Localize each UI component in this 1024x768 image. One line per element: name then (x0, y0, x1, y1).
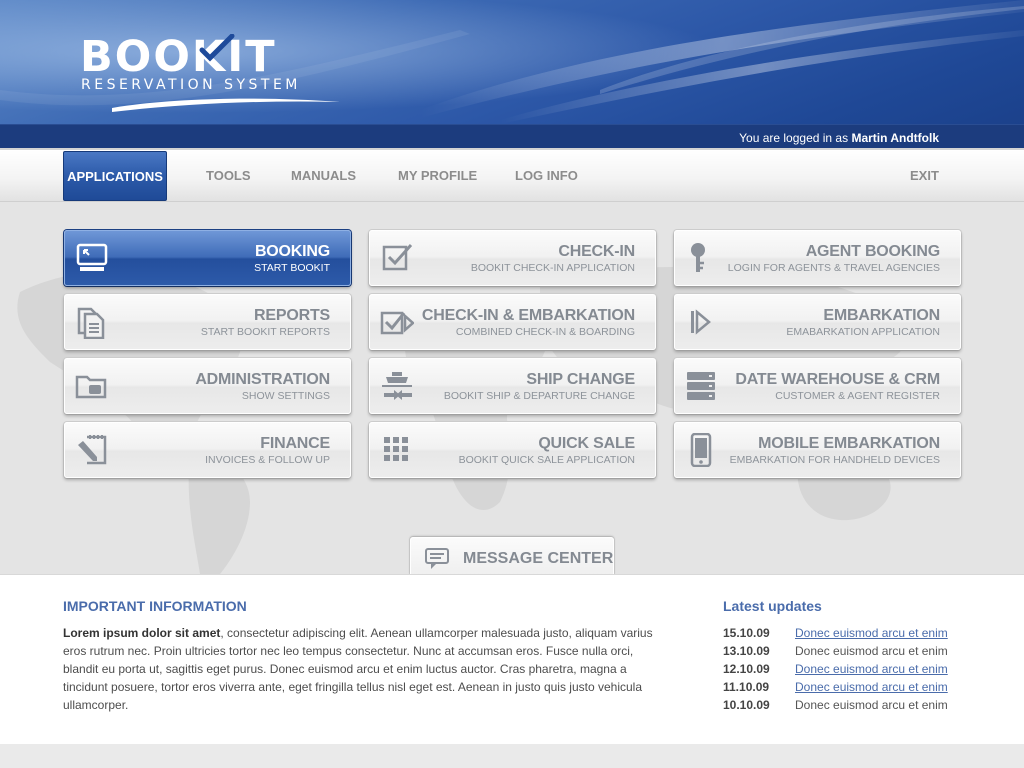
update-date: 15.10.09 (723, 626, 770, 640)
login-status-bar: You are logged in as Martin Andtfolk (0, 124, 1024, 148)
tile-title: AGENT BOOKING (805, 243, 940, 260)
tile-title: DATE WAREHOUSE & CRM (735, 371, 940, 388)
logo-checkmark-icon (199, 34, 235, 62)
nav-my-profile[interactable]: MY PROFILE (398, 150, 477, 202)
mobile-icon (690, 433, 712, 467)
bookit-logo: BOOKIT RESERVATION SYSTEM (80, 34, 350, 118)
important-info-heading: IMPORTANT INFORMATION (63, 598, 247, 614)
tile-agent-booking[interactable]: AGENT BOOKING LOGIN FOR AGENTS & TRAVEL … (674, 230, 961, 286)
tile-subtitle: INVOICES & FOLLOW UP (205, 454, 330, 466)
update-link[interactable]: Donec euismod arcu et enim (795, 680, 948, 694)
nav-applications[interactable]: APPLICATIONS (63, 151, 167, 201)
tile-date-warehouse-crm[interactable]: DATE WAREHOUSE & CRM CUSTOMER & AGENT RE… (674, 358, 961, 414)
tile-title: CHECK-IN & EMBARKATION (421, 307, 635, 324)
tile-title: CHECK-IN (558, 243, 635, 260)
latest-updates-heading: Latest updates (723, 598, 822, 614)
update-link[interactable]: Donec euismod arcu et enim (795, 626, 948, 640)
tile-ship-change[interactable]: SHIP CHANGE BOOKIT SHIP & DEPARTURE CHAN… (369, 358, 656, 414)
update-link[interactable]: Donec euismod arcu et enim (795, 662, 948, 676)
update-text: Donec euismod arcu et enim (795, 644, 948, 658)
tile-subtitle: START BOOKIT REPORTS (200, 326, 330, 338)
tile-mobile-embarkation[interactable]: MOBILE EMBARKATION EMBARKATION FOR HANDH… (674, 422, 961, 478)
checkbox-icon (382, 244, 413, 271)
tile-subtitle: CUSTOMER & AGENT REGISTER (775, 390, 940, 402)
tile-subtitle: SHOW SETTINGS (241, 390, 330, 402)
nav-exit[interactable]: EXIT (910, 150, 939, 202)
documents-icon (77, 307, 105, 339)
tile-title: MOBILE EMBARKATION (758, 435, 940, 452)
ship-swap-icon (382, 372, 412, 400)
important-info-text: Lorem ipsum dolor sit amet, consectetur … (63, 624, 663, 714)
message-center-label: MESSAGE CENTER (463, 550, 614, 567)
logo-title: BOOKIT (80, 32, 277, 82)
tile-title: EMBARKATION (823, 307, 940, 324)
footer (0, 744, 1024, 768)
nav-manuals[interactable]: MANUALS (291, 150, 356, 202)
tile-subtitle: BOOKIT CHECK-IN APPLICATION (470, 262, 635, 274)
login-status: You are logged in as Martin Andtfolk (739, 131, 939, 145)
tile-check-in-embarkation[interactable]: CHECK-IN & EMBARKATION COMBINED CHECK-IN… (369, 294, 656, 350)
tile-title: REPORTS (254, 307, 330, 324)
applications-panel: BOOKING START BOOKIT CHECK-IN BOOKIT CHE… (0, 202, 1024, 574)
tile-subtitle: LOGIN FOR AGENTS & TRAVEL AGENCIES (727, 262, 940, 274)
tile-subtitle: BOOKIT SHIP & DEPARTURE CHANGE (443, 390, 635, 402)
chat-bubble-icon (425, 548, 449, 569)
login-username: Martin Andtfolk (851, 131, 939, 145)
play-arrow-icon (691, 309, 711, 335)
tile-quick-sale[interactable]: QUICK SALE BOOKIT QUICK SALE APPLICATION (369, 422, 656, 478)
tile-administration[interactable]: ADMINISTRATION SHOW SETTINGS (64, 358, 351, 414)
tile-finance[interactable]: FINANCE INVOICES & FOLLOW UP (64, 422, 351, 478)
header-banner: BOOKIT RESERVATION SYSTEM You are logged… (0, 0, 1024, 148)
logo-wave-decoration (112, 98, 340, 112)
tile-title: BOOKING (254, 243, 330, 260)
tile-title: QUICK SALE (538, 435, 635, 452)
important-info-lead: Lorem ipsum dolor sit amet (63, 626, 221, 640)
tile-booking[interactable]: BOOKING START BOOKIT (64, 230, 351, 286)
logo-subtitle: RESERVATION SYSTEM (81, 77, 301, 93)
key-icon (691, 243, 705, 272)
tile-check-in[interactable]: CHECK-IN BOOKIT CHECK-IN APPLICATION (369, 230, 656, 286)
main-nav: APPLICATIONS TOOLS MANUALS MY PROFILE LO… (0, 148, 1024, 202)
tile-subtitle: BOOKIT QUICK SALE APPLICATION (458, 454, 635, 466)
update-date: 13.10.09 (723, 644, 770, 658)
tile-embarkation[interactable]: EMBARKATION EMABARKATION APPLICATION (674, 294, 961, 350)
invoice-pen-icon (78, 435, 107, 465)
tile-subtitle: START BOOKIT (254, 262, 330, 274)
tile-reports[interactable]: REPORTS START BOOKIT REPORTS (64, 294, 351, 350)
tile-subtitle: EMABARKATION APPLICATION (786, 326, 940, 338)
checkbox-arrow-icon (380, 311, 414, 335)
server-icon (687, 372, 715, 400)
message-center-tab[interactable]: MESSAGE CENTER (410, 537, 614, 574)
tile-subtitle: EMBARKATION FOR HANDHELD DEVICES (729, 454, 940, 466)
nav-tools[interactable]: TOOLS (206, 150, 251, 202)
monitor-icon (76, 243, 108, 271)
tile-subtitle: COMBINED CHECK-IN & BOARDING (455, 326, 635, 338)
login-prefix: You are logged in as (739, 131, 849, 145)
tile-title: SHIP CHANGE (526, 371, 635, 388)
tile-title: FINANCE (260, 435, 330, 452)
grid-icon (384, 437, 408, 461)
update-date: 12.10.09 (723, 662, 770, 676)
nav-log-info[interactable]: LOG INFO (515, 150, 578, 202)
folder-icon (75, 375, 107, 399)
update-text: Donec euismod arcu et enim (795, 698, 948, 712)
update-date: 11.10.09 (723, 680, 770, 694)
info-section: IMPORTANT INFORMATION Lorem ipsum dolor … (0, 574, 1024, 744)
tile-title: ADMINISTRATION (195, 371, 330, 388)
update-date: 10.10.09 (723, 698, 770, 712)
